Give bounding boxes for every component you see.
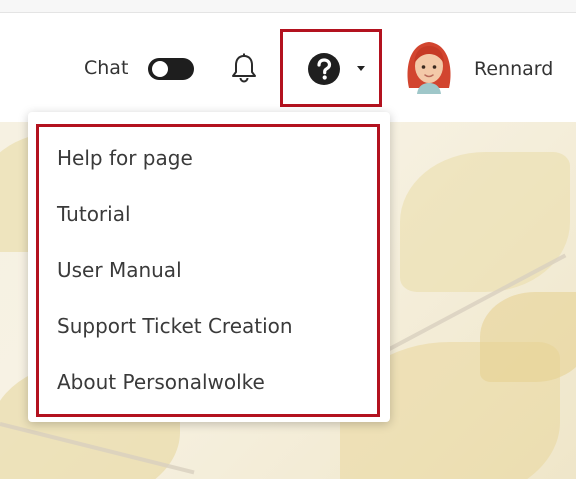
leaf-decoration	[480, 292, 576, 382]
menu-item-help-for-page[interactable]: Help for page	[57, 146, 193, 170]
menu-item-user-manual[interactable]: User Manual	[57, 258, 182, 282]
avatar[interactable]	[400, 36, 458, 94]
bell-icon-graphic	[232, 53, 256, 83]
bell-icon[interactable]	[230, 52, 258, 84]
chat-label: Chat	[84, 57, 129, 79]
question-circle-icon-graphic	[308, 53, 340, 85]
menu-item-support-ticket-creation[interactable]: Support Ticket Creation	[57, 314, 293, 338]
menu-item-about-personalwolke[interactable]: About Personalwolke	[57, 370, 265, 394]
top-strip	[0, 0, 576, 13]
chevron-down-icon[interactable]	[357, 66, 365, 71]
menu-item-tutorial[interactable]: Tutorial	[57, 202, 131, 226]
chat-toggle-knob	[152, 61, 168, 77]
chat-toggle[interactable]	[148, 58, 194, 80]
question-circle-icon[interactable]	[307, 52, 341, 86]
user-name[interactable]: Rennard	[474, 58, 553, 80]
avatar-red-hair-icon	[407, 42, 451, 94]
leaf-decoration	[400, 152, 570, 292]
